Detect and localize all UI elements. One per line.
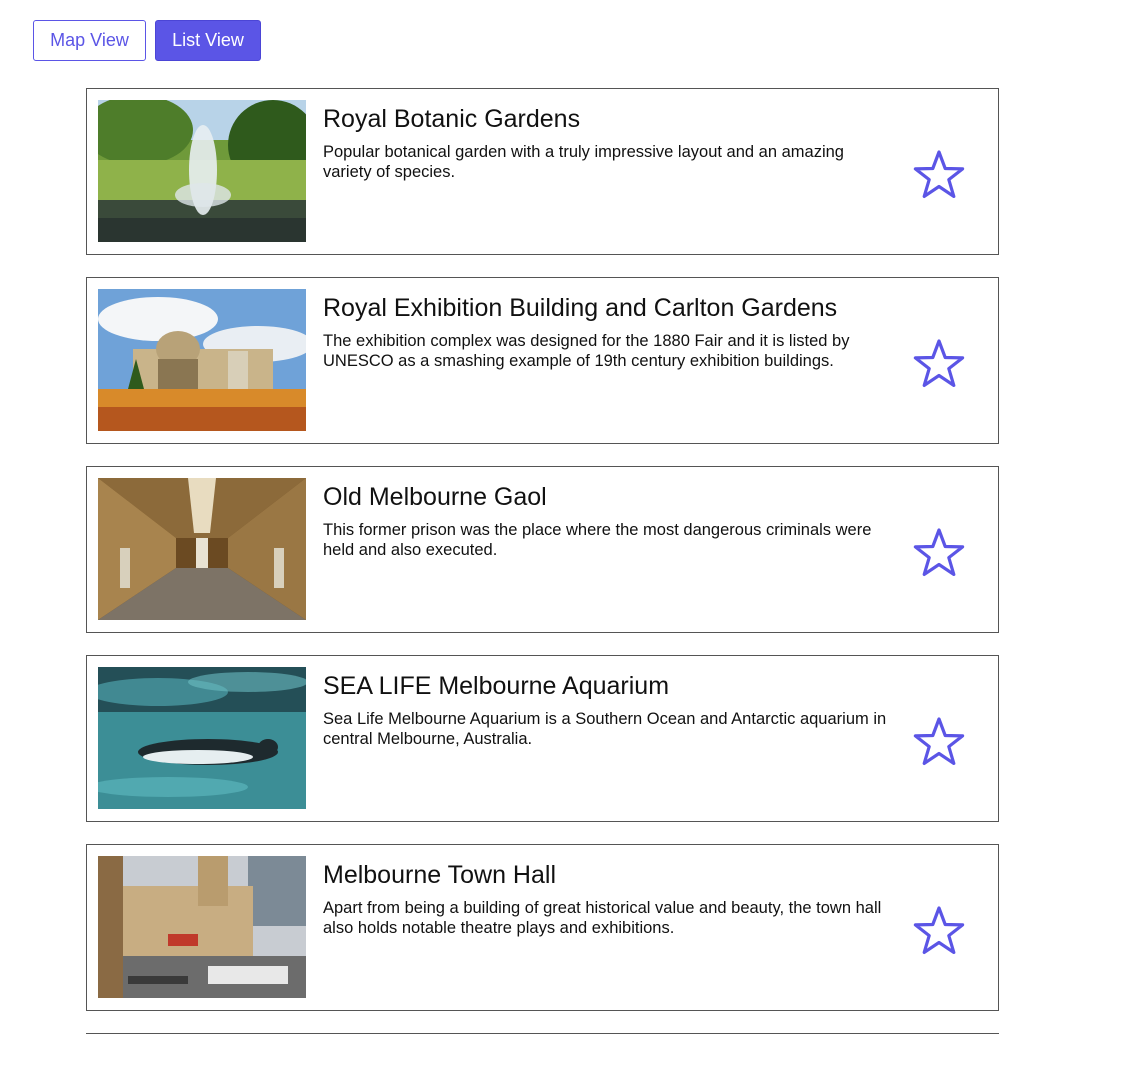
town-hall-street-photo [98,856,306,998]
place-image [98,667,306,809]
place-card-royal-exhibition-building[interactable]: Royal Exhibition Building and Carlton Ga… [86,277,999,444]
place-card-partial [86,1033,999,1063]
place-title: SEA LIFE Melbourne Aquarium [323,672,670,700]
favorite-star-icon[interactable] [912,527,966,581]
place-image [98,856,306,998]
list-view-button[interactable]: List View [155,20,261,61]
place-title: Royal Botanic Gardens [323,105,581,133]
place-description: This former prison was the place where t… [323,521,872,559]
favorite-star-icon[interactable] [912,716,966,770]
map-view-button[interactable]: Map View [33,20,146,61]
view-toggle: Map View List View [33,20,261,61]
place-card-melbourne-town-hall[interactable]: Melbourne Town Hall Apart from being a b… [86,844,999,1011]
place-title: Old Melbourne Gaol [323,483,547,511]
place-description: The exhibition complex was designed for … [323,332,850,370]
exhibition-building-photo [98,289,306,431]
places-list: Royal Botanic Gardens Popular botanical … [86,88,999,1085]
place-title: Royal Exhibition Building and Carlton Ga… [323,294,838,322]
place-description: Sea Life Melbourne Aquarium is a Souther… [323,710,887,748]
place-title: Melbourne Town Hall [323,861,556,889]
penguin-underwater-photo [98,667,306,809]
place-image [98,478,306,620]
place-description: Popular botanical garden with a truly im… [323,143,844,181]
favorite-star-icon[interactable] [912,338,966,392]
favorite-star-icon[interactable] [912,905,966,959]
place-image [98,100,306,242]
place-image [98,289,306,431]
place-description: Apart from being a building of great his… [323,899,882,937]
place-card-sea-life-aquarium[interactable]: SEA LIFE Melbourne Aquarium Sea Life Mel… [86,655,999,822]
garden-fountain-photo [98,100,306,242]
favorite-star-icon[interactable] [912,149,966,203]
prison-corridor-photo [98,478,306,620]
place-card-old-melbourne-gaol[interactable]: Old Melbourne Gaol This former prison wa… [86,466,999,633]
place-card-royal-botanic-gardens[interactable]: Royal Botanic Gardens Popular botanical … [86,88,999,255]
